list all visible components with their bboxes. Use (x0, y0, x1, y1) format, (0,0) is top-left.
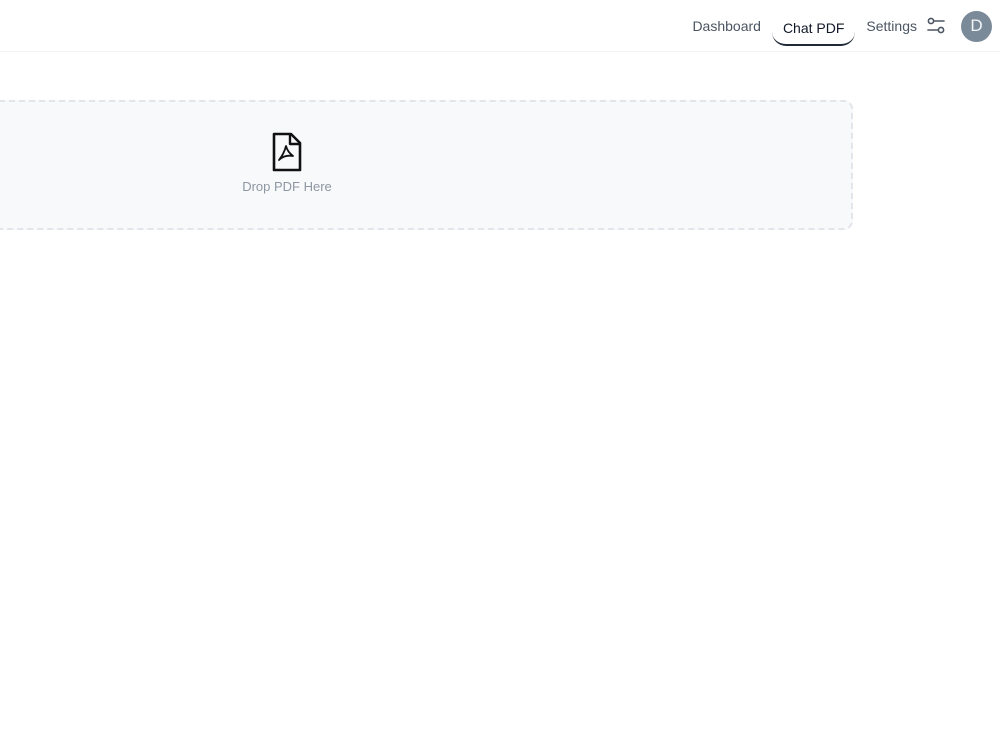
dropzone-label: Drop PDF Here (242, 179, 332, 194)
settings-button[interactable]: Settings (855, 12, 961, 40)
main-nav: Dashboard Chat PDF Settings D (681, 0, 1000, 52)
sliders-icon (925, 15, 947, 37)
pdf-file-icon (271, 132, 303, 172)
top-navigation-bar: Dashboard Chat PDF Settings D (0, 0, 1000, 52)
settings-label: Settings (866, 18, 917, 34)
user-avatar[interactable]: D (961, 10, 992, 42)
nav-chat-pdf[interactable]: Chat PDF (771, 14, 856, 46)
avatar-initial: D (970, 16, 983, 35)
dropzone-content: Drop PDF Here (231, 132, 343, 194)
pdf-dropzone[interactable]: Drop PDF Here (0, 100, 853, 230)
nav-dashboard[interactable]: Dashboard (681, 12, 772, 40)
